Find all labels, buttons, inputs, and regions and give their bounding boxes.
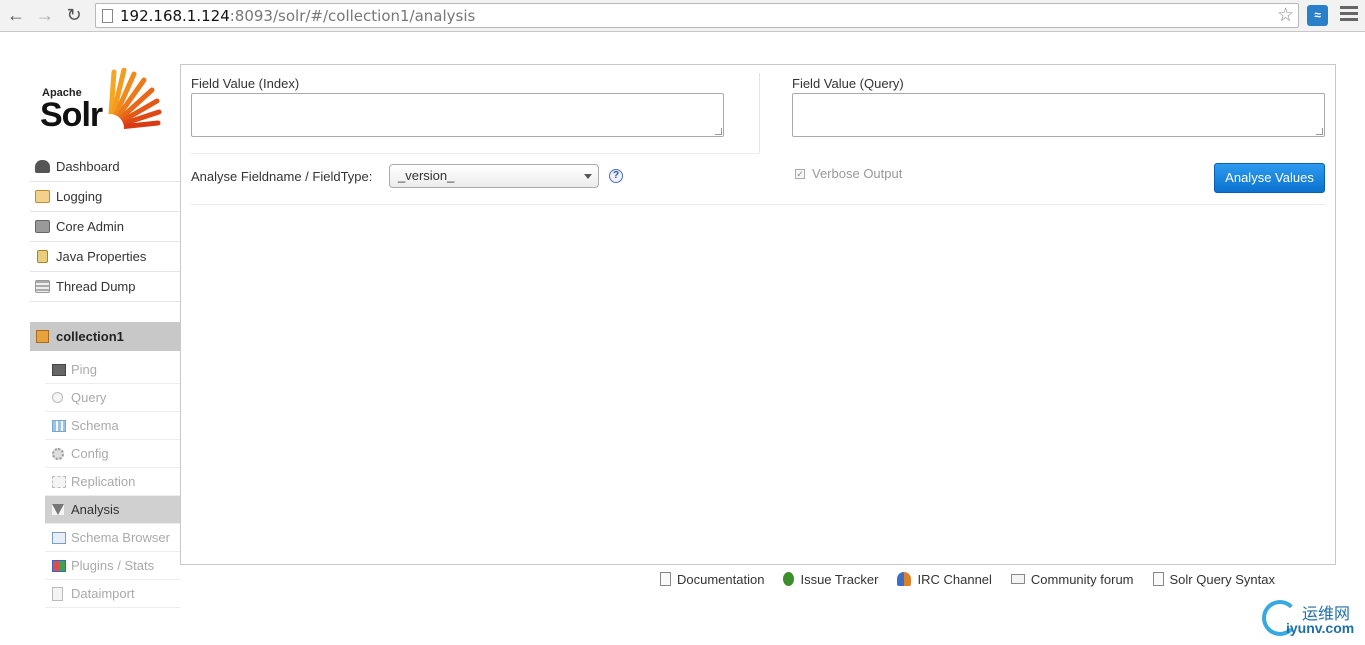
- documentation-icon: [660, 572, 671, 586]
- column-divider: [759, 73, 760, 153]
- core-item-ping[interactable]: Ping: [45, 356, 180, 384]
- verbose-output-checkbox[interactable]: ✓: [795, 169, 805, 179]
- extension-icon[interactable]: ≈: [1307, 5, 1328, 26]
- browser-toolbar: ← → ↻ 192.168.1.124:8093/solr/#/collecti…: [0, 0, 1365, 32]
- schema-browser-icon: [52, 531, 66, 544]
- core-icon: [36, 330, 49, 343]
- core-item-replication[interactable]: Replication: [45, 468, 180, 496]
- thread-dump-icon: [35, 280, 50, 293]
- replication-icon: [52, 475, 66, 488]
- sidebar-item-thread-dump[interactable]: Thread Dump: [30, 272, 180, 302]
- footer-link-community-forum[interactable]: Community forum: [1010, 572, 1134, 587]
- core-item-dataimport[interactable]: Dataimport: [45, 580, 180, 608]
- address-bar[interactable]: 192.168.1.124:8093/solr/#/collection1/an…: [95, 3, 1299, 28]
- dashboard-icon: [35, 160, 50, 173]
- row-divider: [191, 153, 759, 154]
- sidebar-nav: Dashboard Logging Core Admin Java Proper…: [30, 152, 180, 302]
- form-divider: [191, 204, 1326, 205]
- chevron-down-icon: [584, 174, 592, 179]
- bookmark-star-icon[interactable]: ☆: [1277, 4, 1294, 27]
- sidebar-item-java-properties[interactable]: Java Properties: [30, 242, 180, 272]
- query-field-textarea[interactable]: [792, 93, 1325, 137]
- reload-icon[interactable]: ↻: [63, 4, 85, 26]
- help-icon[interactable]: ?: [609, 169, 623, 183]
- footer-link-documentation[interactable]: Documentation: [660, 572, 764, 587]
- dataimport-icon: [52, 586, 63, 601]
- verbose-output-label: Verbose Output: [812, 166, 903, 181]
- page-icon: [102, 9, 113, 23]
- footer-link-solr-query-syntax[interactable]: Solr Query Syntax: [1152, 572, 1275, 587]
- index-field-label: Field Value (Index): [191, 76, 300, 91]
- sidebar-item-core-admin[interactable]: Core Admin: [30, 212, 180, 242]
- query-syntax-icon: [1152, 572, 1164, 586]
- menu-icon[interactable]: [1340, 6, 1358, 24]
- irc-channel-icon: [897, 572, 912, 586]
- gear-icon: [52, 447, 64, 460]
- analysis-panel: Field Value (Index) Field Value (Query) …: [180, 64, 1336, 565]
- solr-sun-icon: [100, 68, 162, 132]
- site-watermark: 运维网 iyunv.com: [1262, 598, 1362, 640]
- core-item-analysis[interactable]: Analysis: [45, 496, 180, 524]
- core-nav: Ping Query Schema Config Replication Ana…: [45, 356, 180, 608]
- java-properties-icon: [37, 250, 48, 263]
- bug-icon: [783, 572, 795, 586]
- forward-arrow-icon[interactable]: →: [34, 4, 56, 26]
- core-item-schema-browser[interactable]: Schema Browser: [45, 524, 180, 552]
- footer-link-issue-tracker[interactable]: Issue Tracker: [783, 572, 878, 587]
- fieldname-label: Analyse Fieldname / FieldType:: [191, 169, 373, 184]
- sidebar-item-dashboard[interactable]: Dashboard: [30, 152, 180, 182]
- sidebar-item-logging[interactable]: Logging: [30, 182, 180, 212]
- plugins-icon: [52, 559, 66, 572]
- index-field-textarea[interactable]: [191, 93, 724, 137]
- core-admin-icon: [35, 220, 50, 233]
- back-arrow-icon[interactable]: ←: [5, 4, 27, 26]
- core-item-schema[interactable]: Schema: [45, 412, 180, 440]
- schema-icon: [52, 419, 66, 432]
- core-item-query[interactable]: Query: [45, 384, 180, 412]
- magnifier-icon: [52, 392, 63, 403]
- footer-link-irc-channel[interactable]: IRC Channel: [897, 572, 992, 587]
- fieldtype-select[interactable]: _version_: [389, 164, 599, 188]
- url-text: 192.168.1.124:8093/solr/#/collection1/an…: [120, 7, 476, 25]
- solr-logo[interactable]: Apache Solr: [38, 68, 168, 134]
- logging-icon: [35, 190, 50, 203]
- analyse-values-button[interactable]: Analyse Values: [1214, 163, 1325, 193]
- resize-grip-icon[interactable]: [715, 128, 722, 135]
- funnel-icon: [52, 504, 64, 515]
- core-item-config[interactable]: Config: [45, 440, 180, 468]
- footer-links: Documentation Issue Tracker IRC Channel …: [660, 570, 1275, 588]
- mail-icon: [1010, 574, 1025, 584]
- ping-icon: [52, 363, 66, 376]
- resize-grip-icon[interactable]: [1316, 128, 1323, 135]
- query-field-label: Field Value (Query): [792, 76, 904, 91]
- core-selector-collection1[interactable]: collection1: [30, 322, 180, 351]
- core-item-plugins-stats[interactable]: Plugins / Stats: [45, 552, 180, 580]
